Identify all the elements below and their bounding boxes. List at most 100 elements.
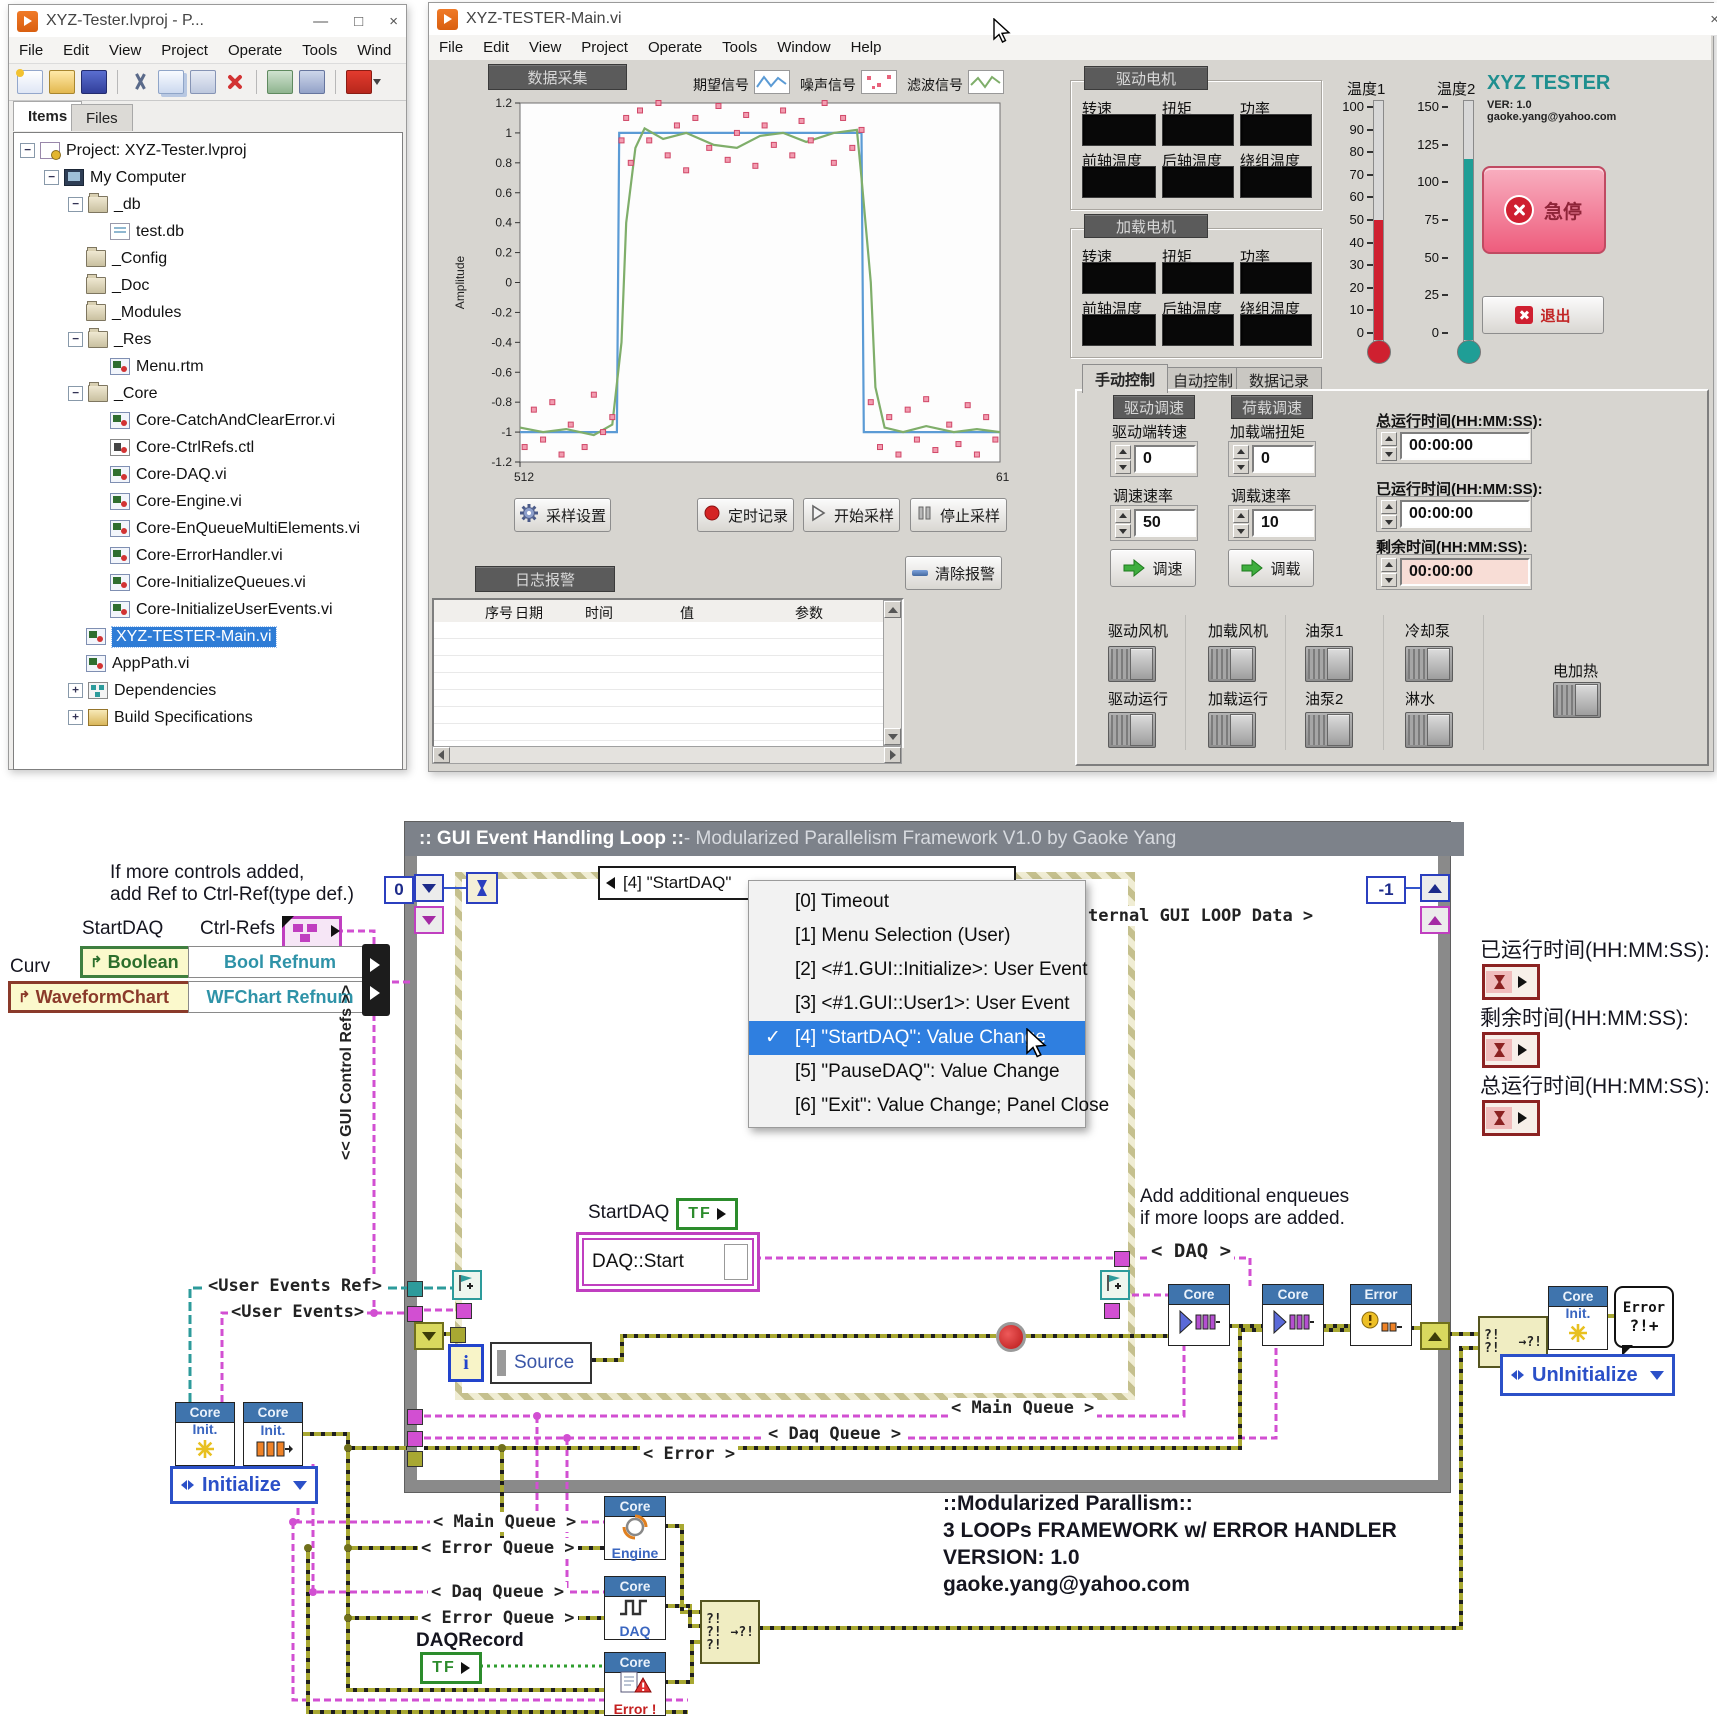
increment-icon[interactable] <box>1233 509 1249 523</box>
emergency-stop-button[interactable]: 急停 <box>1482 166 1606 254</box>
timed-record-button[interactable]: 定时记录 <box>697 498 794 532</box>
menu-item-view[interactable]: View <box>99 39 151 62</box>
thermometer-2[interactable]: 温度21501251007550250 <box>1405 78 1485 370</box>
clear-alarm-button[interactable]: 清除报警 <box>905 556 1002 590</box>
merge-errors-node-bottom[interactable]: ?!?!?! →?! <box>700 1600 760 1664</box>
stop-sampling-button[interactable]: 停止采样 <box>910 498 1007 532</box>
decrement-icon[interactable] <box>1381 515 1397 529</box>
decrement-icon[interactable] <box>1381 447 1397 461</box>
toggle-switch-油泵1[interactable] <box>1305 646 1353 682</box>
new-vi-icon[interactable] <box>17 70 43 94</box>
menu-item-5[interactable]: [5] "PauseDAQ": Value Change <box>749 1055 1085 1089</box>
zero-constant[interactable]: 0 <box>384 876 414 904</box>
menu-item-3[interactable]: [3] <#1.GUI::User1>: User Event <box>749 987 1085 1021</box>
load-rate-input[interactable]: 10 <box>1228 505 1316 541</box>
decrement-icon[interactable] <box>1115 524 1131 538</box>
menu-item-tools[interactable]: Tools <box>292 39 347 62</box>
delete-icon[interactable] <box>222 71 246 93</box>
log-column-header[interactable]: 日期 <box>515 603 543 623</box>
toggle-switch-冷却泵[interactable] <box>1405 646 1453 682</box>
decrement-icon[interactable] <box>1233 460 1249 474</box>
tree-item-xyz-tester-main-vi[interactable]: XYZ-TESTER-Main.vi <box>14 623 402 650</box>
log-column-header[interactable]: 值 <box>680 603 694 623</box>
log-horizontal-scrollbar[interactable] <box>432 746 902 764</box>
boolean-control-reference[interactable]: ↱Boolean <box>80 946 192 978</box>
tree-item-dependencies[interactable]: +Dependencies <box>14 677 402 704</box>
load-torque-input[interactable]: 0 <box>1228 441 1316 477</box>
toggle-switch-淋水[interactable] <box>1405 712 1453 748</box>
bundle-node[interactable] <box>362 944 390 1016</box>
waveformchart-control-reference[interactable]: ↱WaveformChart <box>8 981 192 1013</box>
toggle-switch-heater[interactable] <box>1553 682 1601 718</box>
tree-item-core-daq-vi[interactable]: Core-DAQ.vi <box>14 461 402 488</box>
load-adjust-button[interactable]: 调载 <box>1228 549 1314 587</box>
close-button[interactable]: × <box>389 13 398 30</box>
tree-item-my-computer[interactable]: −My Computer <box>14 164 402 191</box>
waveform-chart[interactable]: 1.210.80.60.40.20-0.2-0.4-0.6-0.8-1-1.25… <box>448 56 1018 492</box>
plus-expander-icon[interactable]: + <box>68 683 83 698</box>
tree-item-core-enqueuemultielements-vi[interactable]: Core-EnQueueMultiElements.vi <box>14 515 402 542</box>
fp-tab-0[interactable]: 手动控制 <box>1082 364 1168 393</box>
menu-item-6[interactable]: [6] "Exit": Value Change; Panel Close <box>749 1089 1085 1123</box>
menu-item-edit[interactable]: Edit <box>53 39 99 62</box>
shift-register-right-blue[interactable] <box>1420 874 1450 902</box>
drive-adjust-button[interactable]: 调速 <box>1110 549 1196 587</box>
core-node-enqErr[interactable]: Error <box>1350 1284 1412 1346</box>
shift-register-left-magenta[interactable] <box>414 906 444 934</box>
menu-item-1[interactable]: [1] Menu Selection (User) <box>749 919 1085 953</box>
tree-item-core-errorhandler-vi[interactable]: Core-ErrorHandler.vi <box>14 542 402 569</box>
window-dropdown-icon[interactable] <box>346 70 372 94</box>
cut-icon[interactable] <box>128 71 152 93</box>
drive-speed-input[interactable]: 0 <box>1110 441 1198 477</box>
core-daqw-node[interactable]: CoreDAQ <box>604 1576 666 1640</box>
legend-item-line_blue[interactable]: 期望信号 <box>693 70 790 99</box>
tree-item-build-specifications[interactable]: +Build Specifications <box>14 704 402 731</box>
tree-item-core-engine-vi[interactable]: Core-Engine.vi <box>14 488 402 515</box>
tree-item--db[interactable]: −_db <box>14 191 402 218</box>
toggle-switch-油泵2[interactable] <box>1305 712 1353 748</box>
time-indicator-terminal[interactable] <box>1482 964 1540 1000</box>
tree-item-core-ctrlrefs-ctl[interactable]: Core-CtrlRefs.ctl <box>14 434 402 461</box>
minimize-button[interactable]: — <box>313 13 328 30</box>
tab-files[interactable]: Files <box>71 104 133 131</box>
tree-item--core[interactable]: −_Core <box>14 380 402 407</box>
menu-item-project[interactable]: Project <box>151 39 218 62</box>
paste-icon[interactable] <box>190 70 216 94</box>
shift-register-left-blue[interactable] <box>414 874 444 902</box>
minus-expander-icon[interactable]: − <box>20 143 35 158</box>
exit-button[interactable]: 退出 <box>1482 296 1604 334</box>
save-icon[interactable] <box>81 70 107 94</box>
increment-icon[interactable] <box>1381 432 1397 446</box>
increment-icon[interactable] <box>1115 509 1131 523</box>
save-all-icon[interactable] <box>299 70 325 94</box>
tree-item-apppath-vi[interactable]: AppPath.vi <box>14 650 402 677</box>
core-init-node[interactable]: CoreInit. <box>175 1402 235 1466</box>
tree-item-core-catchandclearerror-vi[interactable]: Core-CatchAndClearError.vi <box>14 407 402 434</box>
decrement-icon[interactable] <box>1115 460 1131 474</box>
shift-register-right-error[interactable] <box>1420 1322 1450 1350</box>
sample-settings-button[interactable]: 采样设置 <box>514 498 611 532</box>
daq-start-string-constant[interactable]: DAQ::Start <box>576 1232 760 1292</box>
tree-item-test-db[interactable]: test.db <box>14 218 402 245</box>
log-column-header[interactable]: 序号 <box>485 603 513 623</box>
tree-item--res[interactable]: −_Res <box>14 326 402 353</box>
time-field-0[interactable]: 00:00:00 <box>1376 428 1532 464</box>
open-icon[interactable] <box>49 70 75 94</box>
startdaq-boolean-terminal[interactable]: TF <box>676 1198 738 1230</box>
previous-case-icon[interactable] <box>606 877 615 889</box>
toggle-switch-驱动运行[interactable] <box>1108 712 1156 748</box>
tree-item--config[interactable]: _Config <box>14 245 402 272</box>
core-node-enq[interactable]: Core <box>1168 1284 1230 1346</box>
daqrecord-boolean-constant[interactable]: TF <box>420 1652 482 1684</box>
close-button[interactable]: × <box>1710 11 1717 28</box>
menu-item-0[interactable]: [0] Timeout <box>749 885 1085 919</box>
core-init-node[interactable]: CoreInit. <box>1548 1286 1608 1350</box>
core-errlog-node[interactable]: CoreError ! <box>604 1652 666 1716</box>
toggle-switch-加载风机[interactable] <box>1208 646 1256 682</box>
toggle-switch-加载运行[interactable] <box>1208 712 1256 748</box>
menu-item-file[interactable]: File <box>9 39 53 62</box>
tree-item-menu-rtm[interactable]: Menu.rtm <box>14 353 402 380</box>
decrement-icon[interactable] <box>1233 524 1249 538</box>
decrement-icon[interactable] <box>1381 573 1397 587</box>
tree-item--doc[interactable]: _Doc <box>14 272 402 299</box>
